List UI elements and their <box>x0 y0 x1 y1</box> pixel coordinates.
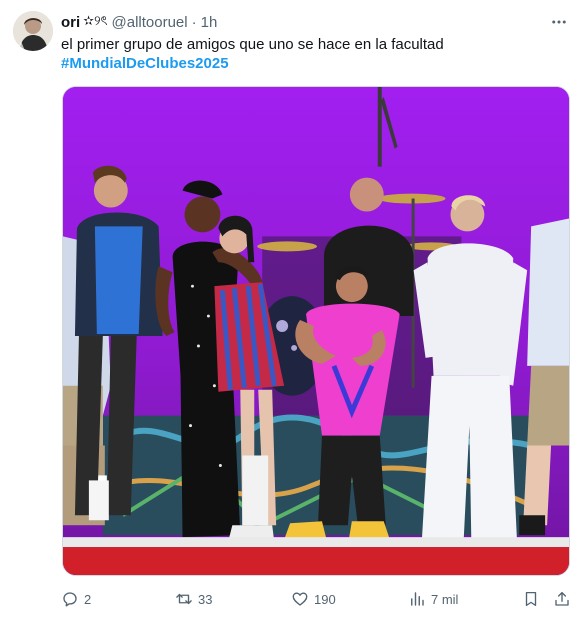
avatar-image <box>13 11 53 51</box>
display-name[interactable]: ori <box>61 14 80 31</box>
action-bar: 2 33 190 7 mil <box>61 588 573 610</box>
share-icon <box>555 591 569 606</box>
hashtag-link[interactable]: #MundialDeClubes2025 <box>61 54 229 74</box>
tweet-text: el primer grupo de amigos que uno se hac… <box>61 36 444 53</box>
reply-count: 2 <box>84 591 92 607</box>
views-button[interactable]: 7 mil <box>408 588 458 610</box>
bookmark-icon <box>525 591 537 607</box>
heart-icon <box>292 592 308 606</box>
like-count: 190 <box>314 591 336 607</box>
views-icon <box>411 592 424 606</box>
stage-photo <box>63 87 569 575</box>
retweet-button[interactable]: 33 <box>175 588 212 610</box>
avatar[interactable] <box>13 11 53 51</box>
reply-icon <box>63 592 77 607</box>
tweet-header: ori ✫୨ৎ @alltooruel · 1h <box>61 12 217 32</box>
retweet-icon <box>176 593 192 605</box>
views-count: 7 mil <box>431 591 459 607</box>
retweet-count: 33 <box>198 591 213 607</box>
like-button[interactable]: 190 <box>291 588 336 610</box>
separator-dot: · <box>191 13 197 31</box>
tweet-photo[interactable] <box>62 86 570 576</box>
more-icon <box>552 20 566 24</box>
user-handle[interactable]: @alltooruel <box>112 14 188 31</box>
bookmark-button[interactable] <box>522 588 540 610</box>
name-decoration: ✫୨ৎ <box>83 12 108 28</box>
share-button[interactable] <box>553 588 571 610</box>
tweet[interactable]: ori ✫୨ৎ @alltooruel · 1h el primer grupo… <box>0 0 583 620</box>
reply-button[interactable]: 2 <box>61 588 91 610</box>
more-options-button[interactable] <box>548 11 570 33</box>
timestamp[interactable]: 1h <box>201 14 218 31</box>
